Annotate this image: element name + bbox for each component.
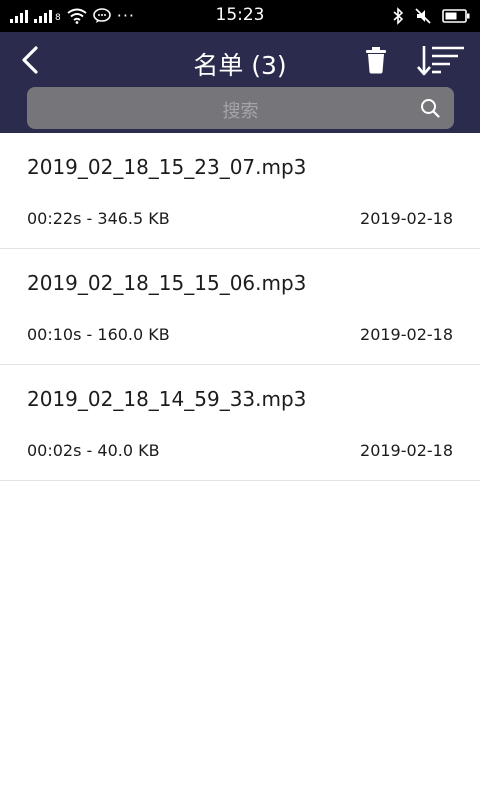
recording-filename: 2019_02_18_15_15_06.mp3 xyxy=(27,271,307,295)
recording-duration-size: 00:02s - 40.0 KB xyxy=(27,441,160,460)
recording-filename: 2019_02_18_14_59_33.mp3 xyxy=(27,387,307,411)
battery-icon xyxy=(442,9,470,23)
back-button[interactable] xyxy=(14,42,50,78)
delete-button[interactable] xyxy=(360,44,392,76)
recording-list: 2019_02_18_15_23_07.mp3 00:22s - 346.5 K… xyxy=(0,133,480,481)
recording-item[interactable]: 2019_02_18_14_59_33.mp3 00:02s - 40.0 KB… xyxy=(0,365,480,481)
recording-item[interactable]: 2019_02_18_15_23_07.mp3 00:22s - 346.5 K… xyxy=(0,133,480,249)
search-placeholder: 搜索 xyxy=(222,101,259,122)
recording-date: 2019-02-18 xyxy=(360,209,453,228)
recording-duration-size: 00:10s - 160.0 KB xyxy=(27,325,170,344)
recording-filename: 2019_02_18_15_23_07.mp3 xyxy=(27,155,307,179)
search-icon[interactable] xyxy=(420,98,440,118)
trash-icon xyxy=(366,47,386,74)
chevron-left-icon xyxy=(22,46,38,74)
mute-icon xyxy=(415,8,431,24)
recording-item[interactable]: 2019_02_18_15_15_06.mp3 00:10s - 160.0 K… xyxy=(0,249,480,365)
page-title: 名单 (3) xyxy=(193,51,287,80)
recording-duration-size: 00:22s - 346.5 KB xyxy=(27,209,170,228)
bluetooth-icon xyxy=(393,7,404,25)
recording-date: 2019-02-18 xyxy=(360,441,453,460)
recording-date: 2019-02-18 xyxy=(360,325,453,344)
search-input[interactable]: 搜索 xyxy=(27,87,454,129)
sort-button[interactable] xyxy=(414,42,466,78)
sort-icon xyxy=(417,46,464,76)
status-right-icons xyxy=(392,6,470,26)
app-header: 名单 (3) 搜索 xyxy=(0,32,480,133)
status-bar: 8 ··· 15:23 xyxy=(0,0,480,32)
